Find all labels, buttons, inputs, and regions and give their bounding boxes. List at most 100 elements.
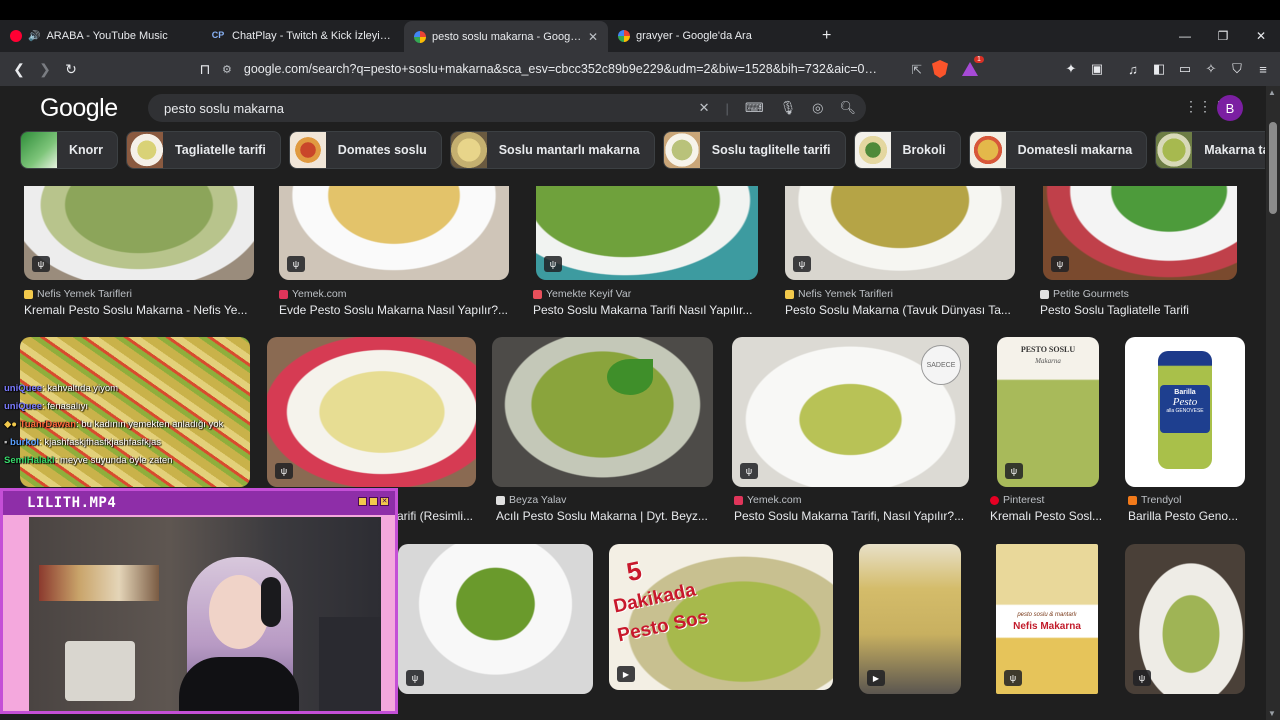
result-title[interactable]: Pesto Soslu Makarna Tarifi Nasıl Yapılır…: [533, 303, 761, 317]
media-icon[interactable]: ♫: [1122, 62, 1144, 77]
forward-icon[interactable]: ❯: [32, 61, 58, 78]
speaker-icon[interactable]: 🔊: [28, 31, 40, 42]
tab-label: gravyer - Google'da Ara: [636, 30, 752, 42]
chip-tagliatelle[interactable]: Tagliatelle tarifi: [126, 131, 281, 169]
recipe-icon: ψ: [287, 256, 305, 272]
result-title[interactable]: Barilla Pesto Geno...: [1128, 509, 1248, 523]
chip-domatesli[interactable]: Domatesli makarna: [968, 131, 1148, 169]
brave-shields-icon[interactable]: [932, 60, 948, 83]
new-tab-button[interactable]: +: [822, 27, 831, 45]
result-image[interactable]: ▶: [859, 544, 961, 694]
reload-icon[interactable]: ↻: [58, 61, 84, 78]
result-title[interactable]: Acılı Pesto Soslu Makarna | Dyt. Beyz...: [496, 509, 716, 523]
close-window-button[interactable]: ✕: [1242, 29, 1280, 43]
result-title[interactable]: Pesto Soslu Makarna (Tavuk Dünyası Ta...: [785, 303, 1017, 317]
restore-button[interactable]: ❐: [1204, 29, 1242, 43]
source-favicon: [1040, 289, 1049, 299]
brave-rewards-icon[interactable]: 1: [962, 56, 984, 81]
chip-label: Makarna tarifler: [1204, 143, 1265, 157]
tab-google-pesto[interactable]: pesto soslu makarna - Google'da Ara ✕: [404, 21, 608, 53]
result-image[interactable]: PESTO SOSLU Makarna ψ: [997, 337, 1099, 487]
result-image[interactable]: ψ: [267, 337, 476, 487]
chip-label: Tagliatelle tarifi: [175, 143, 266, 157]
result-title[interactable]: Kremalı Pesto Sosl...: [990, 509, 1110, 523]
extensions-icon[interactable]: ✦: [1060, 61, 1082, 77]
source-name: Beyza Yalav: [509, 494, 567, 506]
book-title: PESTO SOSLU: [1020, 345, 1076, 354]
source-name: Yemekte Keyif Var: [546, 288, 632, 300]
result-image[interactable]: ψ: [279, 186, 509, 280]
scroll-thumb[interactable]: [1269, 122, 1277, 214]
chip-knorr[interactable]: Knorr: [20, 131, 119, 169]
chat-username: SemiHalaki: [4, 455, 55, 466]
result-image[interactable]: pesto soslu & mantarlı Nefis Makarna ψ: [996, 544, 1098, 694]
result-image[interactable]: ψ: [24, 186, 254, 280]
source-favicon: [533, 289, 542, 299]
search-icon[interactable]: 🔍︎: [839, 100, 856, 116]
chip-makarna-tarifler[interactable]: Makarna tarifler: [1155, 131, 1265, 169]
source-favicon: [1128, 495, 1137, 505]
scroll-up-icon[interactable]: ▲: [1268, 88, 1276, 97]
scroll-down-icon[interactable]: ▼: [1268, 709, 1276, 718]
result-image[interactable]: ψ: [398, 544, 593, 694]
chat-text: kjashfaskjfhasfkjashfasfkjas: [44, 437, 162, 448]
chat-badge-icon: ◆●: [4, 419, 18, 430]
youtube-music-icon: [10, 30, 22, 42]
result-source: Nefis Yemek Tarifleri: [785, 288, 893, 300]
sidebar-icon[interactable]: ◧: [1148, 61, 1170, 77]
source-favicon: [785, 289, 794, 299]
account-avatar[interactable]: B: [1217, 95, 1243, 121]
recipe-icon: ψ: [740, 463, 758, 479]
chip-domates-soslu[interactable]: Domates soslu: [288, 131, 442, 169]
source-favicon: [734, 495, 743, 505]
result-image[interactable]: 5 Dakikada Pesto Sos ▶: [609, 544, 833, 690]
voice-search-icon[interactable]: 🎙: [780, 100, 797, 116]
minimize-button[interactable]: —: [1166, 29, 1204, 43]
address-bar[interactable]: ⚙ google.com/search?q=pesto+soslu+makarn…: [222, 56, 962, 82]
google-logo[interactable]: Google: [40, 94, 118, 123]
tab-youtube-music[interactable]: 🔊 ARABA - YouTube Music: [0, 21, 200, 51]
chip-brokoli[interactable]: Brokoli: [853, 131, 961, 169]
result-image[interactable]: [492, 337, 713, 487]
leo-ai-icon[interactable]: ✧: [1200, 61, 1222, 77]
chip-label: Knorr: [69, 143, 104, 157]
result-source: Yemekte Keyif Var: [533, 288, 631, 300]
cam-close-icon: ✕: [380, 497, 389, 506]
result-title[interactable]: arifi (Resimli...: [397, 509, 477, 523]
result-title[interactable]: Pesto Soslu Tagliatelle Tarifi: [1040, 303, 1240, 317]
page-scrollbar[interactable]: ▲ ▼: [1266, 86, 1280, 720]
clear-search-icon[interactable]: ✕: [699, 100, 710, 116]
search-box[interactable]: pesto soslu makarna ✕ | ⌨ 🎙 ◎ 🔍︎: [148, 94, 866, 122]
screenshot-icon[interactable]: ▣: [1086, 61, 1108, 77]
lens-search-icon[interactable]: ◎: [812, 100, 823, 116]
chip-taglitelle[interactable]: Soslu taglitelle tarifi: [662, 131, 846, 169]
result-title[interactable]: Pesto Soslu Makarna Tarifi, Nasıl Yapılı…: [734, 509, 970, 523]
result-title[interactable]: Kremalı Pesto Soslu Makarna - Nefis Ye..…: [24, 303, 256, 317]
result-image[interactable]: ψ: [536, 186, 758, 280]
result-image[interactable]: Barilla Pesto alla GENOVESE: [1125, 337, 1245, 487]
share-icon[interactable]: ⇱: [912, 62, 922, 77]
chat-text: kahvaltıda yiyom: [47, 383, 119, 394]
video-overlay-number: 5: [623, 554, 645, 588]
chip-mantarli[interactable]: Soslu mantarlı makarna: [449, 131, 655, 169]
chip-thumbnail: [21, 132, 57, 168]
vpn-icon[interactable]: ⛉: [1226, 61, 1248, 77]
source-name: Nefis Yemek Tarifleri: [37, 288, 132, 300]
result-title[interactable]: Evde Pesto Soslu Makarna Nasıl Yapılır?.…: [279, 303, 511, 317]
close-tab-icon[interactable]: ✕: [588, 30, 598, 44]
result-image[interactable]: SADECE ψ: [732, 337, 969, 487]
result-image[interactable]: ψ: [785, 186, 1015, 280]
tab-google-gravyer[interactable]: gravyer - Google'da Ara: [608, 21, 808, 51]
bookmark-icon[interactable]: ⊓: [192, 61, 218, 78]
keyboard-icon[interactable]: ⌨: [745, 100, 764, 116]
barilla-jar: Barilla Pesto alla GENOVESE: [1158, 351, 1212, 469]
result-image[interactable]: ψ: [1043, 186, 1237, 280]
result-image[interactable]: ψ: [1125, 544, 1245, 694]
collage-caption-2: Nefis Makarna: [1013, 621, 1081, 632]
menu-icon[interactable]: ≡: [1252, 62, 1274, 77]
chat-username: uniQuee: [4, 401, 43, 412]
site-info-icon[interactable]: ⚙: [222, 63, 232, 76]
wallet-icon[interactable]: ▭: [1174, 61, 1196, 77]
back-icon[interactable]: ❮: [6, 61, 32, 78]
tab-chatplay[interactable]: CP ChatPlay - Twitch & Kick İzleyici Etk…: [200, 21, 404, 51]
